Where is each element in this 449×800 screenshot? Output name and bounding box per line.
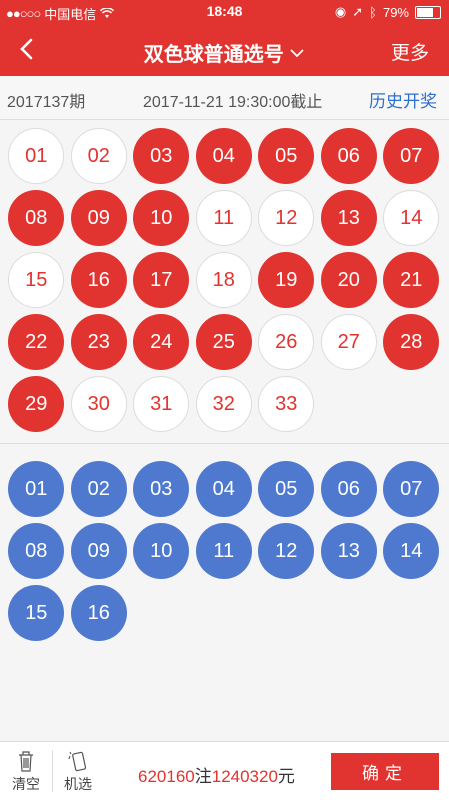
issue-info-bar: 2017137期 2017-11-21 19:30:00截止 历史开奖	[0, 76, 449, 120]
red-ball-30[interactable]: 30	[70, 376, 127, 432]
battery-icon	[415, 5, 441, 19]
blue-ball-14[interactable]: 14	[383, 523, 440, 579]
blue-ball-15[interactable]: 15	[8, 585, 65, 641]
red-ball-03[interactable]: 03	[133, 128, 190, 184]
red-ball-22[interactable]: 22	[8, 314, 65, 370]
red-ball-13[interactable]: 13	[320, 190, 377, 246]
red-ball-25[interactable]: 25	[195, 314, 252, 370]
red-ball-18[interactable]: 18	[195, 252, 252, 308]
red-ball-26[interactable]: 26	[258, 314, 315, 370]
blue-ball-02[interactable]: 02	[70, 461, 127, 517]
red-ball-31[interactable]: 31	[133, 376, 190, 432]
trash-icon	[19, 751, 33, 772]
red-ball-27[interactable]: 27	[320, 314, 377, 370]
red-ball-06[interactable]: 06	[320, 128, 377, 184]
red-ball-05[interactable]: 05	[258, 128, 315, 184]
toolbar-separator	[52, 750, 53, 792]
lock-rotation-icon: ◉	[334, 4, 347, 19]
red-ball-grid: 01 02 03 04 05 06 07 08 09 10 11 12 13 14 15 16 17 18 19 20…	[5, 128, 443, 432]
red-ball-04[interactable]: 04	[195, 128, 252, 184]
red-ball-29[interactable]: 29	[8, 376, 65, 432]
bet-summary: 620160注1240320元	[138, 767, 295, 786]
clear-label: 清空	[12, 776, 40, 792]
blue-ball-06[interactable]: 06	[320, 461, 377, 517]
blue-ball-03[interactable]: 03	[133, 461, 190, 517]
confirm-button[interactable]: 确定	[331, 753, 439, 790]
blue-ball-16[interactable]: 16	[70, 585, 127, 641]
header: ●●○○○ 中国电信 18:48 ◉ ➚ ᛒ 79% 双色球普通选号 更多	[0, 0, 449, 76]
red-ball-01[interactable]: 01	[8, 128, 65, 184]
red-ball-09[interactable]: 09	[70, 190, 127, 246]
clear-button[interactable]: 清空	[4, 748, 48, 794]
blue-ball-01[interactable]: 01	[8, 461, 65, 517]
more-button[interactable]: 更多	[391, 38, 429, 65]
blue-ball-04[interactable]: 04	[195, 461, 252, 517]
red-ball-12[interactable]: 12	[258, 190, 315, 246]
red-ball-11[interactable]: 11	[195, 190, 252, 246]
blue-ball-10[interactable]: 10	[133, 523, 190, 579]
chevron-down-icon	[290, 48, 304, 57]
blue-ball-12[interactable]: 12	[258, 523, 315, 579]
red-ball-15[interactable]: 15	[8, 252, 65, 308]
red-ball-28[interactable]: 28	[383, 314, 440, 370]
red-ball-20[interactable]: 20	[320, 252, 377, 308]
red-ball-08[interactable]: 08	[8, 190, 65, 246]
bottom-bar: 清空 机选 620160注1240320元 确定	[0, 741, 449, 800]
red-ball-33[interactable]: 33	[258, 376, 315, 432]
page-title[interactable]: 双色球普通选号	[0, 38, 449, 67]
blue-ball-08[interactable]: 08	[8, 523, 65, 579]
blue-ball-13[interactable]: 13	[320, 523, 377, 579]
red-ball-16[interactable]: 16	[70, 252, 127, 308]
red-ball-02[interactable]: 02	[70, 128, 127, 184]
blue-ball-grid: 01 02 03 04 05 06 07 08 09 10 11 12 13 14 15 16	[5, 461, 443, 641]
blue-ball-07[interactable]: 07	[383, 461, 440, 517]
battery-percent: 79%	[382, 4, 409, 20]
red-ball-07[interactable]: 07	[383, 128, 440, 184]
issue-number: 2017137期	[7, 94, 86, 111]
history-results-link[interactable]: 历史开奖	[369, 87, 437, 112]
blue-ball-09[interactable]: 09	[70, 523, 127, 579]
red-ball-17[interactable]: 17	[133, 252, 190, 308]
red-ball-23[interactable]: 23	[70, 314, 127, 370]
red-ball-24[interactable]: 24	[133, 314, 190, 370]
location-icon: ➚	[352, 4, 364, 19]
shake-phone-icon	[68, 751, 87, 772]
section-divider	[0, 443, 449, 444]
status-bar: ●●○○○ 中国电信 18:48 ◉ ➚ ᛒ 79%	[0, 0, 449, 24]
blue-ball-05[interactable]: 05	[258, 461, 315, 517]
red-ball-32[interactable]: 32	[195, 376, 252, 432]
red-ball-14[interactable]: 14	[383, 190, 440, 246]
random-pick-button[interactable]: 机选	[56, 748, 100, 794]
deadline: 2017-11-21 19:30:00截止	[143, 94, 323, 111]
bluetooth-icon: ᛒ	[369, 4, 377, 20]
red-ball-21[interactable]: 21	[383, 252, 440, 308]
bet-amount: 1240320	[211, 767, 278, 786]
red-ball-19[interactable]: 19	[258, 252, 315, 308]
bet-count: 620160	[138, 767, 195, 786]
blue-ball-11[interactable]: 11	[195, 523, 252, 579]
nav-bar: 双色球普通选号 更多	[0, 24, 449, 76]
red-ball-10[interactable]: 10	[133, 190, 190, 246]
random-pick-label: 机选	[64, 776, 92, 792]
